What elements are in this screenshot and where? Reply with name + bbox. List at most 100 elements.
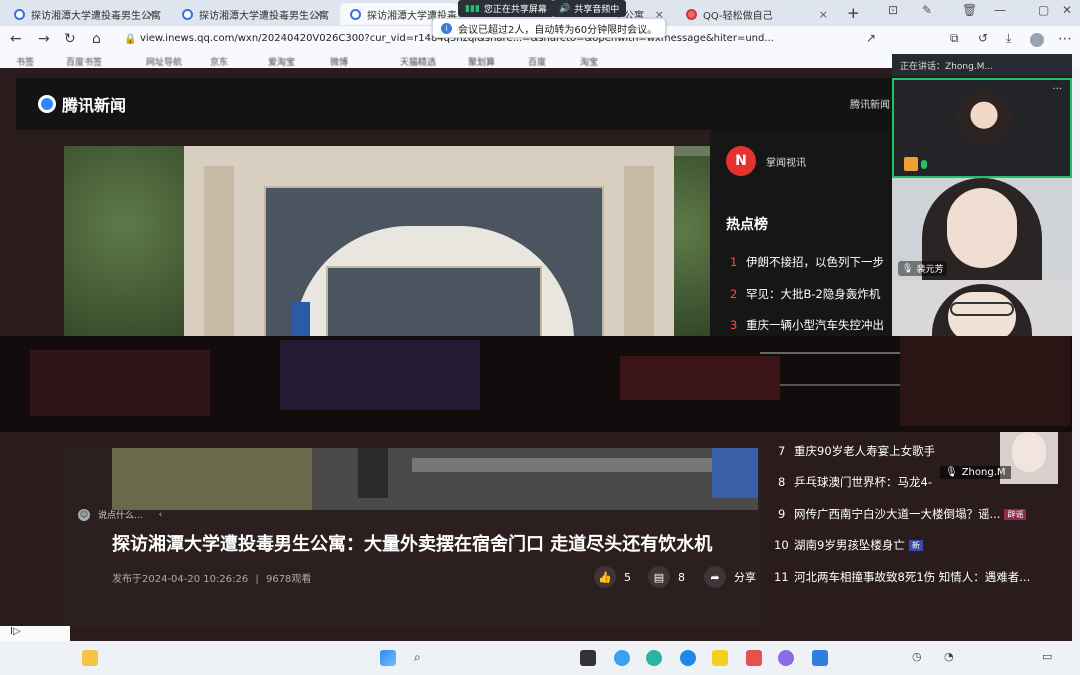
hot-list-item[interactable]: 9 网传广西南宁白沙大道一大楼倒塌？谣... 辟谣 [778,506,1058,522]
taskview-icon[interactable] [580,650,596,666]
bookmark-item[interactable]: 京东 [210,55,228,68]
participant-tile-speaking[interactable]: ··· [892,78,1072,178]
wifi-icon[interactable]: ◔ [944,650,960,666]
ai-icon[interactable]: ✎ [922,3,932,17]
chevron-left-icon[interactable]: ‹ [159,510,163,520]
meta-separator: | [255,574,259,585]
bookmark-item[interactable]: 天猫精选 [400,55,436,68]
comment-placeholder[interactable]: 说点什么... [98,508,143,521]
lock-icon: 🔒 [124,34,137,45]
hot-list-item[interactable]: 3 重庆一辆小型汽车失控冲出 [730,317,892,333]
new-tab-button[interactable]: + [847,4,860,22]
screen-share-indicator[interactable]: ▮▮▮ 您正在共享屏幕 [458,0,554,17]
video-player[interactable] [64,146,710,341]
hot-list-title: 热点榜 [726,217,768,233]
search-icon[interactable]: ⌕ [414,650,430,666]
pillar-image [204,166,234,341]
notification-icon[interactable] [82,650,98,666]
hot-list-item[interactable]: 1 伊朗不接招，以色列下一步 [730,254,892,270]
more-options-icon[interactable]: ··· [1052,84,1062,95]
site-logo[interactable]: 腾讯新闻 [38,92,126,116]
bookmark-item[interactable]: 网址导航 [146,55,182,68]
bookmark-item[interactable]: 书签 [16,55,34,68]
share-arrow-icon: ➦ [704,566,726,588]
bookmark-item[interactable]: 百度 [528,55,546,68]
channel-info[interactable]: N 掌闻视讯 [726,146,806,176]
collapse-icon[interactable]: I▷ [10,626,21,637]
tab-close-icon[interactable]: × [147,8,156,21]
notification-center-icon[interactable]: ▭ [1042,650,1058,666]
app-icon[interactable] [778,650,794,666]
share-page-icon[interactable]: ↗ [866,31,876,45]
tab-close-icon[interactable]: × [315,8,324,21]
share-button[interactable]: ➦ 分享 [704,566,756,588]
edge-browser-icon[interactable] [614,650,630,666]
signal-bars-icon: ▮▮▮ [465,3,480,14]
start-menu-icon[interactable] [380,650,396,666]
tray-icon[interactable]: ◷ [912,650,928,666]
comment-count: 8 [678,570,685,584]
article-title: 探访湘潭大学遭投毒男生公寓：大量外卖摆在宿舍门口 走道尽头还有饮水机 [112,534,713,555]
participant-video-face [947,188,1017,268]
user-icon [904,157,918,171]
trash-icon[interactable]: 🗑 [962,3,977,17]
hot-list-item[interactable]: 10 湖南9岁男孩坠楼身亡新 [774,537,1058,553]
hot-item-text: 伊朗不接招，以色列下一步 [746,255,884,269]
like-button[interactable]: 👍 5 [594,566,631,588]
page-footer-strip: I▷ [0,626,70,642]
files-icon[interactable] [712,650,728,666]
menu-icon[interactable]: ⋯ [1058,31,1072,47]
mic-muted-icon: 🎙 [902,263,914,274]
home-icon[interactable]: ⌂ [92,31,101,47]
browser-tab[interactable]: 探访湘潭大学遭投毒男生公寓 × [172,3,332,25]
hot-item-text: 湖南9岁男孩坠楼身亡 [794,538,905,552]
article-meta: 发布于2024-04-20 10:26:26 | 9678观看 [112,570,311,585]
comment-button[interactable]: ▤ 8 [648,566,685,588]
participant-video-face [1012,432,1046,472]
tab-title: QQ-轻松做自己 [703,10,773,22]
item-tag: 新 [908,540,923,551]
meeting-notice: i 会议已超过2人，自动转为60分钟限时会议。 [432,18,667,38]
tab-title: 探访湘潭大学遭投毒男生公寓 [31,10,161,22]
bookmark-item[interactable]: 爱淘宝 [268,55,295,68]
hot-list-item[interactable]: 11 河北两车相撞事故致8死1伤 知情人：遇难者... [774,569,1058,585]
audio-share-indicator[interactable]: 🔊 共享音频中 [552,0,627,17]
participant-tile[interactable]: 🎙 裴元芳 [892,178,1072,280]
bookmark-item[interactable]: 微博 [330,55,348,68]
rank-number: 7 [778,444,786,458]
notice-text: 会议已超过2人，自动转为60分钟限时会议。 [458,24,658,36]
app-icon[interactable] [746,650,762,666]
article-area: ☺ 说点什么... ‹ 探访湘潭大学遭投毒男生公寓：大量外卖摆在宿舍门口 走道尽… [64,448,760,628]
bookmark-item[interactable]: 百度书签 [66,55,102,68]
browser-icon[interactable] [680,650,696,666]
tab-close-icon[interactable]: × [819,8,828,21]
rank-number: 8 [778,475,786,489]
extension-icon[interactable]: ⊡ [888,3,898,17]
emoji-icon[interactable]: ☺ [78,508,90,521]
forward-icon[interactable]: → [38,31,50,47]
site-header: 腾讯新闻 腾讯新闻 [16,78,892,130]
browser-icon[interactable] [646,650,662,666]
comment-bar[interactable]: ☺ 说点什么... ‹ [78,508,162,521]
bookmark-item[interactable]: 聚划算 [468,55,495,68]
profile-avatar[interactable] [1030,33,1044,47]
bookmark-item[interactable]: 淘宝 [580,55,598,68]
extensions-icon[interactable]: ⧉ [950,31,959,46]
browser-tab[interactable]: QQ-轻松做自己 × [676,3,836,25]
hot-list-item[interactable]: 2 罕见：大批B-2隐身轰炸机 [730,286,892,302]
reload-icon[interactable]: ↻ [64,31,76,47]
hot-list-item[interactable]: 7 重庆90岁老人寿宴上女歌手 [778,443,938,459]
video-player-bottom[interactable] [112,448,758,510]
close-window-icon[interactable]: ✕ [1062,3,1072,17]
browser-tab[interactable]: 探访湘潭大学遭投毒男生公寓 × [4,3,164,25]
tencent-news-favicon-icon [182,8,193,20]
maximize-icon[interactable]: ▢ [1038,3,1049,17]
participant-tile[interactable] [892,280,1072,336]
header-link[interactable]: 腾讯新闻 [850,96,890,111]
history-icon[interactable]: ↺ [978,31,988,45]
minimize-icon[interactable]: — [994,3,1006,17]
back-icon[interactable]: ← [10,31,22,47]
meeting-app-icon[interactable] [812,650,828,666]
tencent-news-favicon-icon [14,8,25,20]
download-icon[interactable]: ⤓ [1006,31,1011,46]
